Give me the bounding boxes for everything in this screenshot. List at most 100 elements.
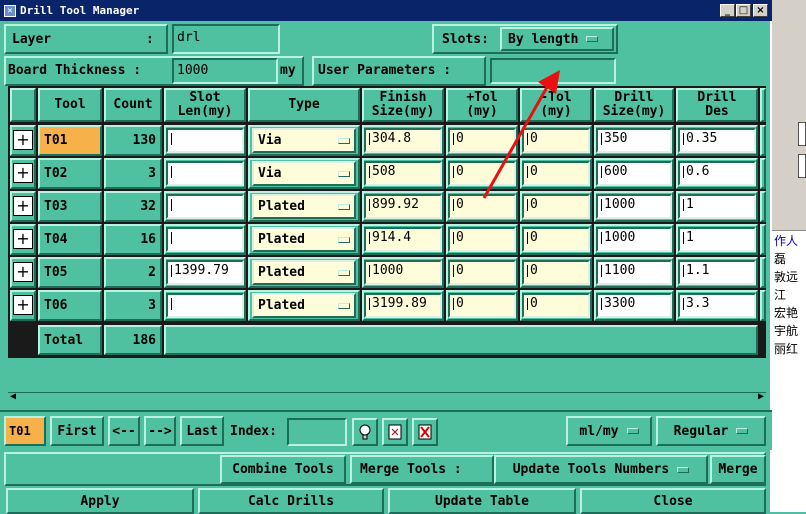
- drill-input[interactable]: 1000: [596, 194, 672, 219]
- bg-list-item: 宇航: [774, 324, 799, 338]
- des-value: 3.3: [686, 296, 710, 311]
- type-dropdown[interactable]: Plated: [252, 194, 356, 219]
- plus-box-icon[interactable]: +: [13, 196, 33, 216]
- finish-input[interactable]: 3199.89: [364, 293, 442, 318]
- plus-box-icon[interactable]: +: [13, 130, 33, 150]
- layer-field[interactable]: drl: [172, 24, 280, 54]
- finish-input[interactable]: 304.8: [364, 128, 442, 153]
- calc-drills-button[interactable]: Calc Drills: [198, 488, 384, 514]
- delete-button[interactable]: [412, 418, 438, 446]
- table-horizontal-scrollbar[interactable]: ◀ ▶: [8, 391, 766, 404]
- drill-value: 1100: [604, 263, 636, 278]
- title-bar: ✕ Drill Tool Manager: [0, 0, 772, 21]
- type-dropdown[interactable]: Plated: [252, 260, 356, 285]
- type-value: Plated: [258, 265, 305, 280]
- ptol-input[interactable]: 0: [448, 293, 516, 318]
- tool-cell[interactable]: T06: [38, 290, 102, 321]
- plus-box-icon[interactable]: +: [13, 295, 33, 315]
- plus-box-icon[interactable]: +: [13, 163, 33, 183]
- mode-dropdown[interactable]: Regular: [656, 416, 766, 446]
- finish-input[interactable]: 899.92: [364, 194, 442, 219]
- ntol-input[interactable]: 0: [522, 260, 590, 285]
- type-dropdown[interactable]: Via: [252, 128, 356, 153]
- slot-length-input[interactable]: 1399.79: [166, 260, 244, 285]
- col-header-finish-size: Finish Size(my): [362, 88, 444, 122]
- des-input[interactable]: 1.1: [678, 260, 756, 285]
- des-input[interactable]: 3.3: [678, 293, 756, 318]
- dropdown-indicator-icon: [338, 170, 350, 177]
- update-tools-numbers-dropdown[interactable]: Update Tools Numbers: [494, 455, 708, 484]
- ntol-input[interactable]: 0: [522, 293, 590, 318]
- finish-input[interactable]: 508: [364, 161, 442, 186]
- text-caret: [171, 264, 172, 277]
- app-icon: ✕: [4, 4, 16, 17]
- drill-input[interactable]: 1100: [596, 260, 672, 285]
- merge-button[interactable]: Merge: [710, 455, 766, 484]
- drill-input[interactable]: 600: [596, 161, 672, 186]
- tool-cell[interactable]: T05: [38, 257, 102, 288]
- minimize-button[interactable]: _: [720, 4, 735, 17]
- close-button[interactable]: Close: [580, 488, 766, 514]
- type-dropdown[interactable]: Via: [252, 161, 356, 186]
- col-header-overflow: [760, 88, 766, 122]
- tool-cell[interactable]: T03: [38, 191, 102, 222]
- des-input[interactable]: 1: [678, 227, 756, 252]
- finish-input[interactable]: 1000: [364, 260, 442, 285]
- text-caret: [683, 231, 684, 244]
- tool-cell[interactable]: T04: [38, 224, 102, 255]
- mode-value: Regular: [673, 423, 729, 439]
- dropdown-indicator-icon: [338, 236, 350, 243]
- board-thickness-field[interactable]: 1000: [172, 58, 278, 84]
- close-window-button[interactable]: ×: [753, 4, 768, 17]
- scroll-right-icon[interactable]: ▶: [758, 391, 764, 402]
- text-caret: [683, 297, 684, 310]
- plus-box-icon[interactable]: +: [13, 229, 33, 249]
- text-caret: [601, 132, 602, 145]
- last-button[interactable]: Last: [180, 416, 224, 446]
- index-field[interactable]: [287, 418, 347, 446]
- units-dropdown[interactable]: ml/my: [566, 416, 652, 446]
- tool-cell[interactable]: T02: [38, 158, 102, 189]
- plus-box-icon[interactable]: +: [13, 262, 33, 282]
- board-thickness-unit: my: [280, 63, 296, 78]
- merge-tools-label: Merge Tools :: [360, 462, 462, 477]
- scroll-left-icon[interactable]: ◀: [10, 391, 16, 402]
- apply-button[interactable]: Apply: [6, 488, 194, 514]
- type-dropdown[interactable]: Plated: [252, 293, 356, 318]
- des-input[interactable]: 1: [678, 194, 756, 219]
- type-dropdown[interactable]: Plated: [252, 227, 356, 252]
- drill-input[interactable]: 1000: [596, 227, 672, 252]
- drill-input[interactable]: 350: [596, 128, 672, 153]
- ptol-input[interactable]: 0: [448, 260, 516, 285]
- des-input[interactable]: 0.35: [678, 128, 756, 153]
- ntol-input[interactable]: 0: [522, 227, 590, 252]
- text-caret: [453, 198, 454, 211]
- finish-input[interactable]: 914.4: [364, 227, 442, 252]
- slot-length-input[interactable]: [166, 293, 244, 318]
- text-caret: [369, 264, 370, 277]
- overflow-cell: [760, 257, 766, 288]
- tool-cell[interactable]: T01: [38, 125, 102, 156]
- slots-dropdown[interactable]: By length: [500, 27, 614, 51]
- lightbulb-button[interactable]: [352, 418, 378, 446]
- slot-length-input[interactable]: [166, 194, 244, 219]
- next-button[interactable]: -->: [144, 416, 176, 446]
- dropdown-indicator-icon: [338, 203, 350, 210]
- combine-tools-button[interactable]: Combine Tools: [220, 455, 346, 484]
- script-button[interactable]: [382, 418, 408, 446]
- first-button[interactable]: First: [50, 416, 104, 446]
- col-header-tool: Tool: [38, 88, 102, 122]
- slot-length-input[interactable]: [166, 128, 244, 153]
- slot-length-input[interactable]: [166, 227, 244, 252]
- des-input[interactable]: 0.6: [678, 161, 756, 186]
- text-caret: [369, 198, 370, 211]
- finish-value: 899.92: [372, 197, 419, 212]
- ntol-value: 0: [530, 296, 538, 311]
- layer-label: Layer: [12, 32, 52, 47]
- ptol-input[interactable]: 0: [448, 227, 516, 252]
- slot-length-input[interactable]: [166, 161, 244, 186]
- maximize-button[interactable]: □: [736, 4, 751, 17]
- drill-input[interactable]: 3300: [596, 293, 672, 318]
- prev-button[interactable]: <--: [108, 416, 140, 446]
- update-table-button[interactable]: Update Table: [388, 488, 576, 514]
